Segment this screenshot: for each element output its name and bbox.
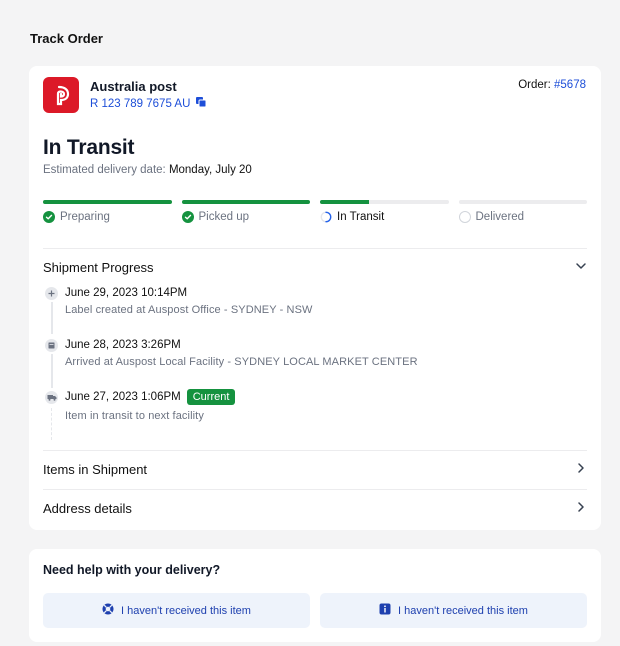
order-label: Order: (518, 79, 551, 91)
event-description: Item in transit to next facility (65, 410, 204, 422)
empty-circle-icon (458, 211, 471, 223)
help-card: Need help with your delivery? I haven't … (29, 549, 601, 642)
not-received-button-1[interactable]: I haven't received this item (43, 593, 310, 628)
address-details-row[interactable]: Address details (43, 501, 587, 516)
copy-icon[interactable] (195, 96, 207, 111)
step-label: Delivered (475, 211, 525, 223)
step-bar (43, 200, 172, 204)
estimated-date: Monday, July 20 (168, 164, 252, 176)
event-description: Label created at Auspost Office - SYDNEY… (65, 304, 313, 316)
event-description: Arrived at Auspost Local Facility - SYDN… (65, 356, 418, 368)
step-bar-fill (181, 200, 310, 204)
not-received-label: I haven't received this item (398, 604, 528, 617)
truck-icon (45, 391, 58, 404)
current-badge: Current (186, 389, 236, 405)
divider (43, 489, 587, 490)
status-title: In Transit (43, 136, 135, 159)
step-in-transit: In Transit (320, 200, 449, 223)
step-bar-fill (320, 200, 369, 204)
timeline-connector (51, 302, 53, 334)
step-bar-fill (43, 200, 172, 204)
help-title: Need help with your delivery? (43, 563, 221, 577)
step-preparing: Preparing (43, 200, 172, 223)
step-bar (181, 200, 310, 204)
shipment-progress-title: Shipment Progress (43, 260, 154, 275)
estimated-label: Estimated delivery date: (43, 164, 166, 176)
tracking-number-link[interactable]: R 123 789 7675 AU (90, 96, 207, 111)
chevron-right-icon[interactable] (575, 462, 587, 477)
address-details-label: Address details (43, 501, 132, 516)
not-received-button-2[interactable]: I haven't received this item (320, 593, 587, 628)
step-delivered: Delivered (458, 200, 587, 223)
step-label: In Transit (337, 211, 385, 223)
step-label: Picked up (198, 211, 250, 223)
estimated-delivery: Estimated delivery date: Monday, July 20 (43, 164, 252, 176)
timeline-connector (51, 408, 53, 440)
tracking-number[interactable]: R 123 789 7675 AU (90, 98, 190, 110)
items-in-shipment-row[interactable]: Items in Shipment (43, 462, 587, 477)
not-received-label: I haven't received this item (121, 604, 251, 617)
chevron-down-icon[interactable] (575, 260, 587, 275)
event-date: June 29, 2023 10:14PM (65, 287, 188, 299)
carrier-name: Australia post (90, 79, 177, 94)
lifebuoy-icon (102, 603, 114, 618)
loading-spinner-icon (320, 211, 332, 223)
australia-post-logo (43, 77, 79, 113)
timeline-connector (51, 354, 53, 388)
step-bar (458, 200, 587, 204)
step-picked-up: Picked up (181, 200, 310, 223)
shipment-progress-toggle[interactable]: Shipment Progress (43, 260, 587, 275)
divider (43, 450, 587, 451)
event-date: June 27, 2023 1:06PM Current (65, 389, 236, 405)
step-label: Preparing (60, 211, 110, 223)
tracking-card: Australia post R 123 789 7675 AU Order: … (29, 66, 601, 530)
step-bar (320, 200, 449, 204)
check-circle-icon (181, 211, 194, 223)
divider (43, 248, 587, 249)
chevron-right-icon[interactable] (575, 501, 587, 516)
page-title: Track Order (30, 31, 103, 46)
plus-icon (45, 287, 58, 300)
check-circle-icon (43, 211, 55, 223)
items-in-shipment-label: Items in Shipment (43, 462, 148, 477)
event-date: June 28, 2023 3:26PM (65, 339, 181, 351)
order-number: Order: #5678 (518, 79, 586, 91)
info-icon (379, 603, 391, 618)
order-link[interactable]: #5678 (554, 79, 586, 91)
progress-steps: Preparing Picked up In Transit Delivered (43, 200, 587, 223)
building-icon (45, 339, 58, 352)
